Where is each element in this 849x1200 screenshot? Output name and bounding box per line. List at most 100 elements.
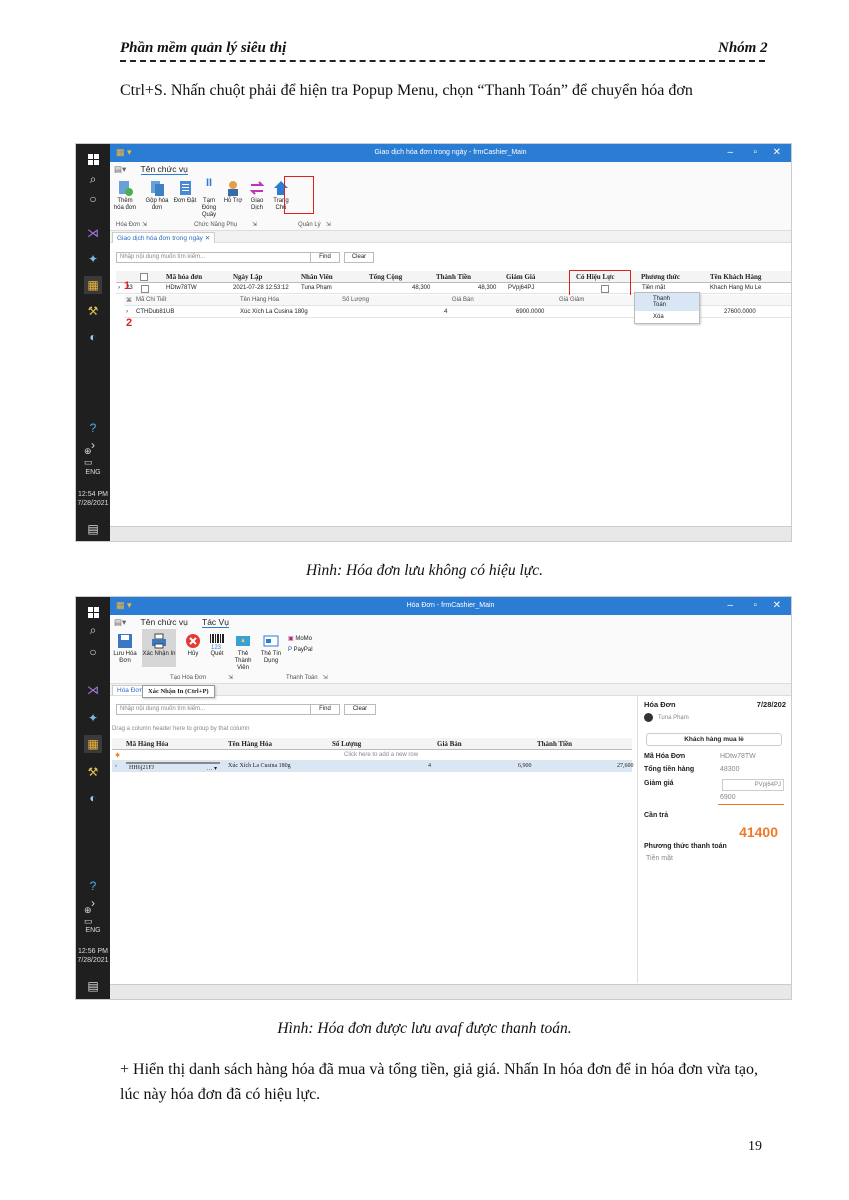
maximize-button[interactable]: ▫ [753, 147, 757, 158]
paint-icon[interactable]: ◐ [84, 328, 102, 346]
group-label-create-invoice: Tạo Hóa Đơn ⇲ [170, 675, 233, 681]
network-icon[interactable]: ⊕ ▭ [84, 446, 102, 467]
new-row[interactable]: ✱ Click here to add a new row [112, 750, 632, 761]
menu-item-xoa[interactable]: Xóa [635, 311, 699, 323]
cancel-label: Hủy [187, 651, 199, 657]
cancel-button[interactable]: Hủy [180, 633, 206, 658]
merge-invoice-button[interactable]: Gộp hóa đơn [144, 180, 170, 212]
col-thanh-tien[interactable]: Thành Tiền [436, 273, 471, 281]
close-button[interactable]: ✕ [773, 147, 781, 158]
task-view-icon[interactable]: ○ [84, 643, 102, 661]
table-row[interactable]: › HH6j21FJ… ▾ Xúc Xích La Cusina 180g 4 … [112, 761, 634, 772]
product-code-dropdown[interactable]: HH6j21FJ… ▾ [126, 762, 220, 772]
col-nhan-vien[interactable]: Nhân Viên [301, 273, 333, 281]
network-icon[interactable]: ⊕ ▭ [84, 905, 102, 926]
save-invoice-button[interactable]: Lưu Hóa Đơn [112, 633, 138, 665]
col-gia-ban[interactable]: Giá Bán [437, 740, 462, 748]
search-input[interactable]: Nhập nội dung muốn tìm kiếm... [116, 252, 311, 263]
momo-button[interactable]: ▣ MoMo [288, 635, 312, 642]
minimize-button[interactable]: – [727, 147, 733, 158]
ribbon-menu-icon[interactable]: ▤▾ [114, 164, 126, 174]
help-icon[interactable]: ? [84, 419, 102, 437]
find-button[interactable]: Find [310, 252, 340, 263]
support-label: Hỗ Trợ [223, 198, 243, 204]
ribbon-menu-icon[interactable]: ▤▾ [114, 617, 126, 627]
value-can-tra: 41400 [739, 824, 778, 840]
col-checkbox[interactable] [140, 273, 148, 282]
order-button[interactable]: Đơn Đặt [172, 180, 198, 205]
language-indicator[interactable]: ENG [76, 926, 110, 935]
col-ma-chi-tiet[interactable]: Mã Chi Tiết [136, 297, 166, 303]
col-thanh-tien[interactable]: Thành Tiền [537, 740, 572, 748]
tab-ten-chuc-vu[interactable]: Tên chức vụ [141, 617, 188, 627]
paint-icon[interactable]: ◐ [84, 789, 102, 807]
col-so-luong[interactable]: Số Lượng [332, 740, 361, 748]
member-card-label: Thẻ Thành Viên [234, 651, 252, 671]
app-icon[interactable]: ✦ [84, 709, 102, 727]
marker-2: 2 [126, 317, 133, 329]
notification-icon[interactable]: ▤ [84, 520, 102, 538]
detail-expander-icon[interactable]: › [126, 309, 128, 315]
cashier-app-icon[interactable]: ▦ [84, 276, 102, 294]
col-giam-gia[interactable]: Giảm Giá [506, 273, 535, 281]
search-icon[interactable]: ⌕ [84, 170, 102, 188]
support-button[interactable]: Hỗ Trợ [220, 180, 246, 205]
clear-button[interactable]: Clear [344, 704, 376, 715]
scan-button[interactable]: 123 Quét [204, 633, 230, 658]
tools-icon[interactable]: ⚒ [84, 763, 102, 781]
tab-tac-vu[interactable]: Tác Vụ [202, 617, 229, 628]
visual-studio-icon[interactable]: ⋊ [84, 681, 102, 699]
member-card-button[interactable]: Thẻ Thành Viên [230, 633, 256, 672]
customer-button[interactable]: Khách hàng mua lẻ [646, 733, 782, 746]
col-ten-khach-hang[interactable]: Tên Khách Hàng [710, 273, 761, 281]
col-ngay-lap[interactable]: Ngày Lập [233, 273, 262, 281]
clear-button[interactable]: Clear [344, 252, 374, 263]
task-view-icon[interactable]: ○ [84, 190, 102, 208]
find-button[interactable]: Find [310, 704, 340, 715]
col-ten-hang-hoa[interactable]: Tên Hàng Hóa [228, 740, 272, 748]
doc-header-title: Phần mềm quản lý siêu thị [120, 40, 287, 56]
search-icon[interactable]: ⌕ [84, 621, 102, 639]
close-counter-button[interactable]: II Tạm Đóng Quầy [196, 178, 222, 219]
discount-code-input[interactable]: PVpj64PJ [722, 779, 784, 791]
col-ma-hang-hoa[interactable]: Mã Hàng Hóa [126, 740, 168, 748]
cell-tong-cong: 48,300 [412, 285, 431, 291]
doc-tab-transactions[interactable]: Giao dịch hóa đơn trong ngày ✕ [112, 232, 216, 243]
cashier-app-icon[interactable]: ▦ [84, 735, 102, 753]
tools-icon[interactable]: ⚒ [84, 302, 102, 320]
figure2-screenshot: ⌕ ○ ⋊ ✦ ▦ ⚒ ◐ ? › ⊕ ▭ ENG 12:56 PM 7/28/… [75, 596, 792, 1000]
confirm-print-button[interactable]: Xác Nhận In [142, 629, 176, 667]
windows-start-icon[interactable] [84, 603, 102, 621]
credit-card-button[interactable]: Thẻ Tín Dụng [258, 633, 284, 665]
row-checkbox[interactable] [141, 285, 149, 293]
save-invoice-label: Lưu Hóa Đơn [113, 651, 137, 664]
windows-start-icon[interactable] [84, 150, 102, 168]
scan-label: Quét [210, 651, 224, 657]
col-phuong-thuc[interactable]: Phương thức [641, 273, 680, 281]
credit-card-icon [263, 633, 279, 649]
col-tong-cong[interactable]: Tổng Cộng [369, 273, 402, 281]
col-gia-ban[interactable]: Giá Bán [452, 297, 474, 303]
group-label-invoice: Hóa Đơn ⇲ [116, 222, 147, 228]
minimize-button[interactable]: – [727, 600, 733, 611]
col-ten-hang-hoa[interactable]: Tên Hàng Hóa [240, 297, 279, 303]
menu-item-thanh-toan[interactable]: Thanh Toán [635, 293, 699, 311]
help-icon[interactable]: ? [84, 877, 102, 895]
maximize-button[interactable]: ▫ [753, 600, 757, 611]
row-expander-icon[interactable]: › [115, 763, 117, 769]
col-gia-giam[interactable]: Giá Giảm [559, 297, 584, 303]
tab-ten-chuc-vu[interactable]: Tên chức vụ [140, 164, 188, 175]
col-ma-hoa-don[interactable]: Mã hóa đơn [166, 273, 202, 281]
print-tooltip: Xác Nhận In (Ctrl+P) [142, 685, 215, 698]
paypal-button[interactable]: P PayPal [288, 647, 313, 653]
close-button[interactable]: ✕ [773, 600, 781, 611]
language-indicator[interactable]: ENG [76, 468, 110, 477]
notification-icon[interactable]: ▤ [84, 977, 102, 995]
app-icon[interactable]: ✦ [84, 250, 102, 268]
search-input[interactable]: Nhập nội dung muốn tìm kiếm... [116, 704, 311, 715]
add-invoice-button[interactable]: Thêm hóa đơn [112, 180, 138, 212]
transaction-button[interactable]: Giao Dịch [244, 180, 270, 212]
visual-studio-icon[interactable]: ⋊ [84, 224, 102, 242]
row-expander-icon[interactable]: › [118, 285, 120, 291]
col-so-luong[interactable]: Số Lượng [342, 297, 369, 303]
